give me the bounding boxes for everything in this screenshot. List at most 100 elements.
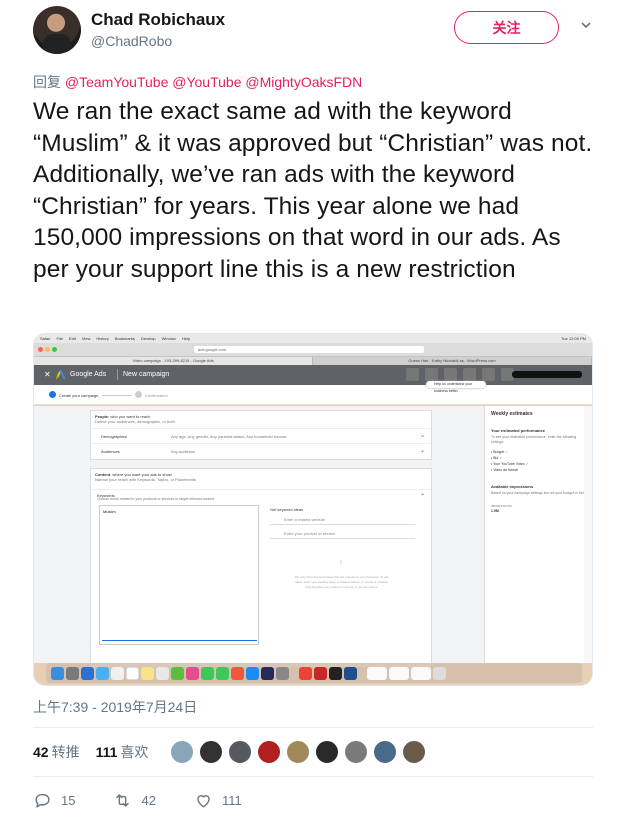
photos-icon [186,666,199,680]
people-card: People: who you want to reach Define you… [90,410,432,460]
step-dot-icon [135,391,142,398]
reply-button[interactable]: 15 [33,791,75,810]
avatar[interactable] [199,740,223,764]
tweet-text: We ran the exact same ad with the keywor… [33,98,593,283]
app-store-icon [246,666,259,680]
reply-context: 回复 @TeamYouTube @YouTube @MightyOaksFDN [33,72,362,92]
avatar[interactable] [373,740,397,764]
avatar[interactable] [315,740,339,764]
tweet-timestamp[interactable]: 上午7:39 - 2019年7月24日 [33,697,197,717]
available-value: 1.9M [491,509,499,513]
row-label: Demographics [101,434,127,439]
step-dot-icon [49,391,56,398]
available-text: Based on your campaign settings but not … [491,491,584,495]
estimate-item: • Video ad format [491,468,518,472]
retweet-label[interactable]: 转推 [52,742,80,762]
mention-link[interactable]: @MightyOaksFDN [245,74,362,90]
zoom-dot-icon [52,347,57,352]
help-icon [482,368,495,381]
check-icon: ✓ [525,462,529,466]
follow-button[interactable]: 关注 [454,11,559,44]
window-thumbnail-icon [367,666,387,680]
audiences-row: Audiences Any audience ⌄ [91,443,431,457]
avatar[interactable] [228,740,252,764]
menubar-item: Develop [140,336,156,341]
user-handle[interactable]: @ChadRobo [91,33,172,49]
like-label[interactable]: 喜欢 [120,742,148,762]
chevron-down-icon: ⌄ [419,448,425,454]
check-icon: ✓ [499,456,503,460]
mention-link[interactable]: @TeamYouTube [65,74,168,90]
demographics-row: Demographics Any age, Any gender, Any pa… [91,428,431,442]
lightbulb-icon: ♁ [338,557,344,566]
mail-icon [96,666,109,680]
campaign-stepper: Create your campaign Confirmation [34,385,592,405]
tweet-header: Chad Robichaux @ChadRobo 关注 [33,6,593,54]
card-subheading: Define your audiences, demographic, or b… [95,419,175,424]
chevron-down-icon[interactable] [579,19,593,33]
retweet-button[interactable]: 42 [113,791,156,810]
avatar[interactable] [344,740,368,764]
card-heading: Content: where you want your ads to show… [91,469,431,485]
app-icon [344,666,357,680]
estimate-item-label: Video ad format [493,468,518,472]
window-thumbnail-icon [411,666,431,680]
menubar-item: View [81,336,91,341]
redacted-account [512,371,582,378]
avatar[interactable] [286,740,310,764]
row-value: Any age, Any gender, Any parental status… [171,434,287,439]
estimate-item-label: Budget [493,450,505,454]
messages-icon [201,666,214,680]
reminders-icon [156,666,169,680]
like-count[interactable]: 111 [96,744,118,760]
google-ads-header: ✕ Google Ads New campaign [34,365,592,385]
notes-icon [141,666,154,680]
website-input: Enter a related website [270,515,415,525]
tweet-stats: 42 转推 111 喜欢 [33,742,164,762]
row-label: Audiences [101,449,120,454]
ideas-title: Get keyword ideas [270,507,304,512]
card-heading: People: who you want to reach Define you… [91,411,431,427]
menubar-item: Window [161,336,176,341]
minimize-dot-icon [45,347,50,352]
avatar[interactable] [33,6,81,54]
maps-icon [171,666,184,680]
avatar[interactable] [402,740,426,764]
trash-icon [433,666,446,680]
card-subheading: Narrow your reach with Keywords, Topics,… [95,477,197,482]
chevron-up-icon: ⌃ [419,494,425,500]
menubar-item: Bookmarks [114,336,135,341]
window-thumbnail-icon [389,666,409,680]
estimate-item: • Your YouTube Video ✓ [491,462,529,466]
product-input: Enter your product or service [270,529,415,539]
divider [33,776,593,777]
ideas-note: We only show keyword ideas that are rele… [294,575,389,589]
mention-link[interactable]: @YouTube [172,74,241,90]
preferences-icon [276,666,289,680]
keyword-ideas-panel: Get keyword ideas Enter a related websit… [266,505,421,645]
menubar-item: Help [181,336,191,341]
estimate-item-label: Your YouTube Video [493,462,525,466]
like-button[interactable]: 111 [194,791,242,810]
estimates-title: Weekly estimates [491,411,533,417]
campaign-form: People: who you want to reach Define you… [34,406,484,668]
display-name[interactable]: Chad Robichaux [91,10,225,30]
avatar[interactable] [257,740,281,764]
safari-toolbar: ads.google.com [34,343,592,357]
address-bar: ads.google.com [194,346,424,353]
calendar-icon [126,666,139,680]
keyword-value: Muslim [103,509,116,514]
retweet-count[interactable]: 42 [33,744,49,760]
menubar-item: History [96,336,109,341]
attached-image[interactable]: Safari File Edit View History Bookmarks … [33,333,593,686]
avatar[interactable] [170,740,194,764]
step-connector [102,395,132,396]
help-pill: Help us understand your business better [426,381,486,393]
close-dot-icon [38,347,43,352]
browser-tabs: Video campaign - 193-399-8215 - Google A… [34,357,592,365]
header-tools [406,368,514,381]
browser-tab: Guess Hair - Kathy Nicolaldi-ss - WordPr… [313,357,592,365]
available-title: Available impressions [491,484,534,489]
mac-dock [46,663,582,683]
refresh-icon [463,368,476,381]
